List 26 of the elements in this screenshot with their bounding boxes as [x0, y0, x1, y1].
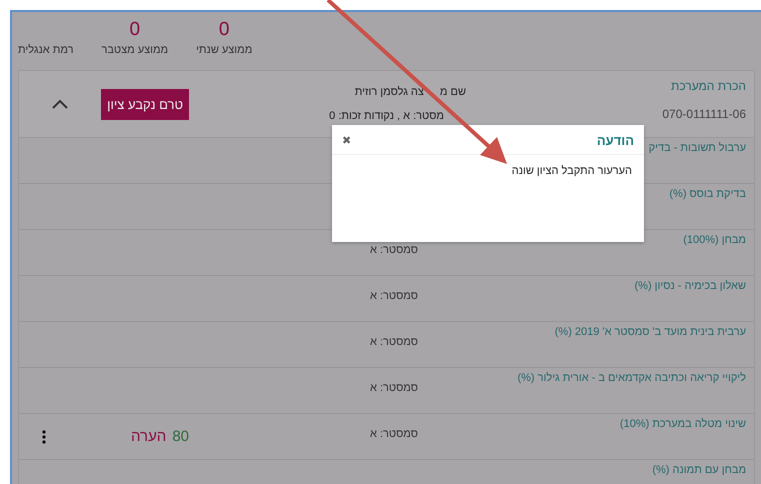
semester-label: סמסטר: א: [369, 335, 418, 348]
course-name[interactable]: ערבית בינית מועד ב' סמסטר א' 2019 (%): [464, 322, 754, 338]
status-button[interactable]: טרם נקבע ציון: [101, 88, 189, 120]
course-name[interactable]: ליקויי קריאה וכתיבה אקדמאים ב - אורית גילור (%): [464, 368, 754, 384]
lecturer-name: שם מ: [440, 86, 466, 98]
semester-label: סמסטר: א: [369, 243, 418, 256]
stat-label: ממוצע שנתי: [196, 44, 252, 56]
semester-label: סמסטר: א: [369, 381, 418, 394]
semester-label: סמסטר: א: [369, 427, 418, 440]
course-name[interactable]: מבחן עם תמונה (%): [464, 460, 754, 476]
stat-value: 0: [218, 20, 230, 40]
course-title: הכרת המערכת: [670, 79, 746, 93]
course-name[interactable]: שינוי מטלה במערכת (10%): [464, 414, 754, 430]
dialog-message: הערעור התקבל הציון שונה: [510, 164, 633, 179]
chevron-icon[interactable]: [51, 98, 69, 110]
stat-value: 0: [129, 20, 140, 40]
lecturer-name: צה גלסמן רוזית: [354, 86, 424, 98]
course-name[interactable]: שאלון בכימיה - נסיון (%): [464, 276, 754, 292]
note-link[interactable]: הערה: [131, 428, 166, 445]
course-details: מסטר: א , נקודות זכות: 0: [328, 110, 445, 122]
more-icon[interactable]: [42, 430, 46, 444]
course-code: 070-0111111-06: [661, 107, 746, 121]
stat-label: רמת אנגלית: [18, 44, 74, 56]
grade-value: 80: [172, 428, 189, 445]
semester-label: סמסטר: א: [369, 289, 418, 302]
stat-label: ממוצע מצטבר: [101, 44, 168, 56]
